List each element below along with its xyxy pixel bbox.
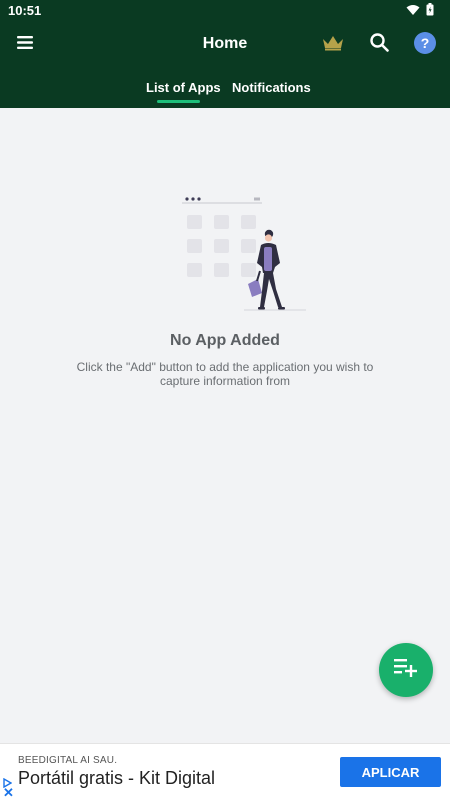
- add-list-icon: [394, 658, 418, 683]
- ad-banner[interactable]: ✕ BEEDIGITAL AI SAU. Portátil gratis - K…: [0, 743, 450, 800]
- premium-button[interactable]: [318, 30, 348, 60]
- svg-text:?: ?: [421, 35, 430, 51]
- tab-list-of-apps[interactable]: List of Apps: [146, 80, 221, 95]
- ad-advertiser: BEEDIGITAL AI SAU.: [18, 755, 118, 766]
- search-icon: [369, 33, 389, 57]
- ad-headline[interactable]: Portátil gratis - Kit Digital: [18, 768, 215, 789]
- active-tab-indicator: [157, 100, 200, 103]
- menu-button[interactable]: [10, 30, 40, 60]
- status-bar: 10:51: [0, 0, 450, 22]
- add-app-button[interactable]: [379, 643, 433, 697]
- header: 10:51 Home ? List of Apps Notifications: [0, 0, 450, 108]
- help-button[interactable]: ?: [410, 30, 440, 60]
- status-icons: [406, 3, 434, 19]
- empty-state-title: No App Added: [170, 332, 280, 349]
- empty-state: No App Added Click the "Add" button to a…: [0, 108, 450, 743]
- app-bar: Home ?: [0, 22, 450, 66]
- empty-state-illustration: [182, 197, 306, 311]
- tab-notifications[interactable]: Notifications: [232, 80, 311, 95]
- wifi-icon: [406, 4, 420, 19]
- empty-state-description: Click the "Add" button to add the applic…: [76, 360, 374, 388]
- ad-cta-button[interactable]: APLICAR: [340, 757, 441, 787]
- battery-icon: [426, 3, 434, 19]
- help-icon: ?: [414, 31, 436, 59]
- status-time: 10:51: [8, 3, 42, 18]
- crown-icon: [322, 35, 344, 56]
- search-button[interactable]: [364, 30, 394, 60]
- close-icon[interactable]: ✕: [3, 786, 14, 799]
- menu-icon: [17, 36, 33, 54]
- tab-bar: List of Apps Notifications: [0, 72, 450, 108]
